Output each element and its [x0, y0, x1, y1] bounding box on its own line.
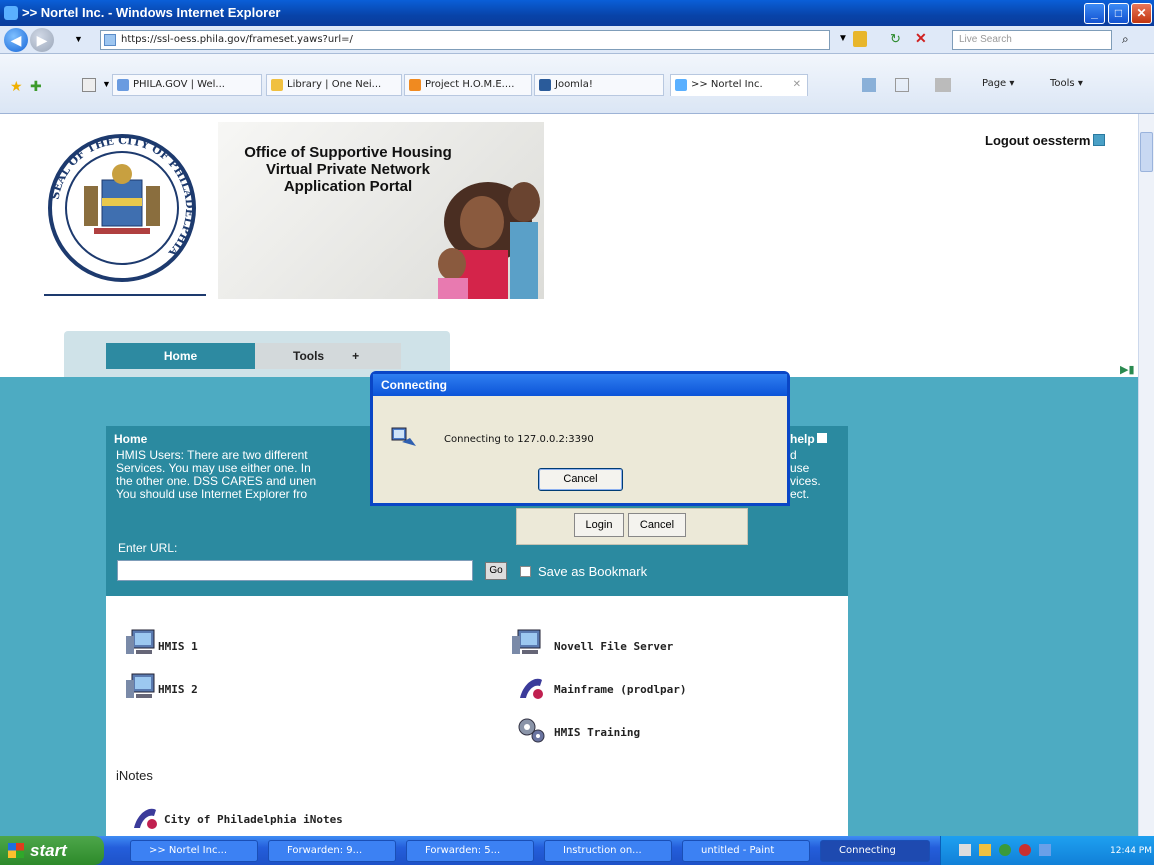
network-connect-icon — [391, 427, 416, 446]
home-text-fragment-3: vices. — [790, 474, 821, 488]
nav-tools-button[interactable]: Tools + — [255, 343, 401, 369]
logout-link[interactable]: Logout oessterm — [985, 133, 1106, 148]
tab-nortel[interactable]: >> Nortel Inc. ✕ — [670, 74, 808, 96]
dialog-message: Connecting to 127.0.0.2:3390 — [444, 434, 594, 445]
page-menu[interactable]: Page ▾ — [982, 78, 1014, 89]
home-text-fragment-2: use — [790, 461, 810, 475]
window-titlebar: >> Nortel Inc. - Windows Internet Explor… — [0, 0, 1154, 26]
page-icon — [104, 34, 116, 46]
apps-panel — [106, 596, 848, 836]
home-text-fragment-1: d — [790, 448, 797, 462]
login-cancel-button[interactable]: Cancel — [628, 513, 686, 537]
save-bookmark-checkbox[interactable] — [520, 566, 531, 577]
home-panel-title: Home — [114, 432, 148, 446]
home-text-line-1: HMIS Users: There are two different — [116, 448, 308, 462]
scroll-thumb[interactable] — [1140, 132, 1153, 172]
tray-security-icon[interactable] — [999, 844, 1011, 856]
task-connecting[interactable]: Connecting — [820, 840, 930, 862]
computer-icon[interactable] — [512, 628, 542, 656]
help-link[interactable]: help — [790, 432, 827, 446]
address-text: https://ssl-oess.phila.gov/frameset.yaws… — [121, 34, 353, 45]
city-seal-logo: SEAL OF THE CITY OF PHILADELPHIA — [44, 124, 206, 296]
tab-list-icon[interactable]: ▼ — [102, 79, 111, 89]
taskbar-clock[interactable]: 12:44 PM — [1110, 846, 1152, 856]
computer-icon[interactable] — [126, 672, 156, 700]
app-novell-file-server[interactable]: Novell File Server — [554, 640, 673, 653]
favorite-joomla[interactable]: Joomla! — [534, 74, 664, 96]
history-dropdown-icon[interactable]: ▼ — [74, 34, 83, 44]
lock-icon[interactable] — [853, 31, 867, 47]
home-text-fragment-4: ect. — [790, 487, 810, 501]
tray-network-icon[interactable] — [959, 844, 971, 856]
home-text-line-4: You should use Internet Explorer fro — [116, 487, 308, 501]
maximize-button[interactable]: □ — [1108, 3, 1129, 24]
app-hmis-training[interactable]: HMIS Training — [554, 726, 640, 739]
search-input[interactable]: Live Search — [952, 30, 1112, 50]
task-instruction[interactable]: Instruction on... — [544, 840, 672, 862]
save-bookmark-label: Save as Bookmark — [538, 564, 648, 579]
vertical-scrollbar[interactable] — [1138, 114, 1154, 836]
ie-icon — [4, 6, 18, 20]
task-paint[interactable]: untitled - Paint — [682, 840, 810, 862]
app-mainframe[interactable]: Mainframe (prodlpar) — [554, 683, 686, 696]
window-title: >> Nortel Inc. - Windows Internet Explor… — [22, 5, 281, 20]
header-banner: Office of Supportive Housing Virtual Pri… — [218, 122, 544, 299]
computer-icon[interactable] — [126, 628, 156, 656]
favorites-star-icon[interactable]: ★ — [10, 78, 23, 95]
help-icon — [816, 433, 827, 443]
app-city-inotes[interactable]: City of Philadelphia iNotes — [164, 813, 343, 826]
dialog-title: Connecting — [373, 374, 787, 396]
search-icon[interactable]: ⌕ — [1122, 32, 1129, 47]
favorite-phila[interactable]: PHILA.GOV | Wel... — [112, 74, 262, 96]
tray-alert-icon[interactable] — [1019, 844, 1031, 856]
address-field[interactable]: https://ssl-oess.phila.gov/frameset.yaws… — [100, 30, 830, 50]
go-button[interactable]: Go — [485, 562, 507, 580]
feeds-icon[interactable] — [895, 78, 909, 92]
favorite-project-home[interactable]: Project H.O.M.E.... — [404, 74, 532, 96]
tools-menu[interactable]: Tools ▾ — [1050, 78, 1083, 89]
family-photo — [438, 182, 540, 299]
add-favorite-icon[interactable]: ✚ — [30, 78, 42, 95]
print-icon[interactable] — [935, 78, 951, 92]
url-input[interactable] — [117, 560, 473, 581]
close-button[interactable]: ✕ — [1131, 3, 1152, 24]
logout-icon — [1093, 134, 1106, 146]
dialog-cancel-button[interactable]: Cancel — [538, 468, 623, 491]
minimize-button[interactable]: _ — [1084, 3, 1105, 24]
tray-app-icon[interactable] — [1039, 844, 1051, 856]
home-icon[interactable] — [862, 78, 876, 92]
address-dropdown-icon[interactable]: ▼ — [838, 33, 848, 44]
task-nortel[interactable]: >> Nortel Inc... — [130, 840, 258, 862]
home-text-line-3: the other one. DSS CARES and unen — [116, 474, 317, 488]
forward-icon[interactable]: ▶ — [30, 28, 54, 52]
tray-speaker-icon[interactable] — [979, 844, 991, 856]
tools-expand-icon: + — [352, 349, 360, 363]
app-hmis-1[interactable]: HMIS 1 — [158, 640, 198, 653]
quick-tabs-icon[interactable] — [82, 78, 96, 92]
favorite-library[interactable]: Library | One Nei... — [266, 74, 402, 96]
refresh-icon[interactable]: ↻ — [890, 31, 901, 47]
nav-home-button[interactable]: Home — [106, 343, 255, 369]
banner-line-1: Office of Supportive Housing — [244, 144, 452, 161]
tab-close-icon: ✕ — [792, 79, 801, 90]
app-hmis-2[interactable]: HMIS 2 — [158, 683, 198, 696]
terminal-app-icon[interactable] — [516, 672, 546, 700]
bookmark-toggle-icon[interactable]: ▶▮ — [1120, 363, 1135, 376]
login-button[interactable]: Login — [574, 513, 624, 537]
task-forwarden-5[interactable]: Forwarden: 5... — [406, 840, 534, 862]
back-icon[interactable]: ◀ — [4, 28, 28, 52]
gears-icon[interactable] — [516, 716, 546, 744]
task-forwarden-9[interactable]: Forwarden: 9... — [268, 840, 396, 862]
inotes-heading: iNotes — [116, 768, 153, 783]
enter-url-label: Enter URL: — [118, 541, 178, 555]
inotes-app-icon[interactable] — [130, 802, 160, 830]
address-toolbar: ◀ ▶ ▼ https://ssl-oess.phila.gov/framese… — [0, 26, 1154, 54]
windows-logo-icon — [8, 843, 24, 858]
stop-icon[interactable]: ✕ — [915, 30, 927, 47]
start-button[interactable]: start — [0, 836, 104, 865]
home-text-line-2: Services. You may use either one. In — [116, 461, 311, 475]
